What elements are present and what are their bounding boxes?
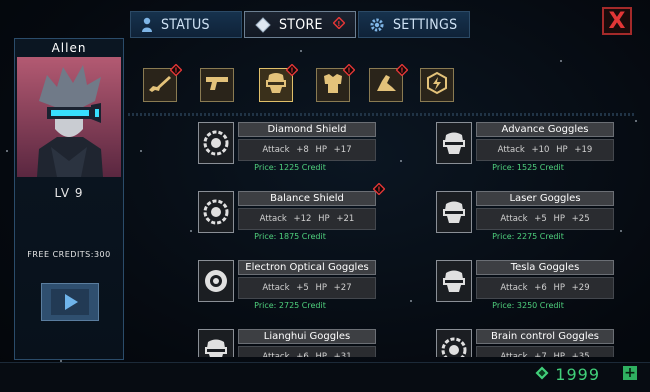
credit-gem-icon — [535, 365, 549, 384]
character-level: LV 9 — [54, 186, 84, 200]
diamond-icon — [255, 16, 271, 33]
item-price: Price: 1225 Credit — [254, 163, 326, 172]
category-rifle[interactable]: ! — [143, 63, 183, 102]
item-stats: Attack +6 HP +31 — [238, 346, 376, 357]
category-pistol[interactable] — [200, 68, 234, 102]
lens-icon — [198, 260, 234, 302]
item-stats: Attack +7 HP +35 — [476, 346, 614, 357]
play-icon — [51, 289, 89, 315]
store-item[interactable]: Electron Optical Goggles Attack +5 HP +2… — [198, 254, 382, 316]
item-stats: Attack +6 HP +29 — [476, 277, 614, 299]
item-price: Price: 2275 Credit — [492, 232, 564, 241]
shield-icon — [198, 122, 234, 164]
item-name: Laser Goggles — [476, 191, 614, 206]
item-stats: Attack +5 HP +25 — [476, 208, 614, 230]
credit-balance: 1999 — [535, 365, 600, 384]
energy-core-icon — [425, 71, 449, 99]
item-stats: Attack +5 HP +27 — [238, 277, 376, 299]
goggles-icon — [436, 260, 472, 302]
tab-status[interactable]: STATUS — [130, 11, 242, 38]
item-name: Electron Optical Goggles — [238, 260, 376, 275]
gear-icon — [369, 17, 385, 33]
item-price: Price: 1875 Credit — [254, 232, 326, 241]
goggles-icon — [198, 329, 234, 357]
item-name: Balance Shield — [238, 191, 376, 206]
alert-badge-icon: ! — [372, 180, 386, 199]
tab-status-label: STATUS — [161, 16, 210, 33]
goggles-icon — [436, 191, 472, 233]
item-name: Tesla Goggles — [476, 260, 614, 275]
shield-icon — [198, 191, 234, 233]
item-price: Price: 3250 Credit — [492, 301, 564, 310]
play-video-button[interactable] — [41, 283, 99, 321]
goggles-icon — [436, 122, 472, 164]
svg-text:!: ! — [337, 19, 341, 27]
free-credits-text: FREE CREDITS:300 — [27, 250, 111, 259]
store-item[interactable]: Diamond Shield Attack +8 HP +17 Price: 1… — [198, 118, 382, 178]
item-name: Advance Goggles — [476, 122, 614, 137]
item-stats: Attack +12 HP +21 — [238, 208, 376, 230]
store-item[interactable]: Lianghui Goggles Attack +6 HP +31 — [198, 323, 382, 357]
store-item[interactable]: Advance Goggles Attack +10 HP +19 Price:… — [436, 118, 620, 178]
character-name: Allen — [51, 41, 87, 55]
alert-badge-icon: ! — [169, 61, 183, 80]
item-name: Lianghui Goggles — [238, 329, 376, 344]
add-credits-button[interactable]: + — [623, 366, 637, 380]
item-stats: Attack +8 HP +17 — [238, 139, 376, 161]
tab-store-label: STORE — [279, 16, 323, 33]
close-button[interactable]: X — [602, 7, 632, 35]
store-item[interactable]: Tesla Goggles Attack +6 HP +29 Price: 32… — [436, 254, 620, 316]
plus-icon: + — [624, 365, 636, 381]
svg-text:!: ! — [347, 67, 350, 75]
category-boots[interactable]: ! — [369, 63, 409, 102]
item-price: Price: 2725 Credit — [254, 301, 326, 310]
store-item[interactable]: Laser Goggles Attack +5 HP +25 Price: 22… — [436, 185, 620, 247]
close-icon: X — [608, 8, 626, 34]
character-panel: Allen LV 9 FREE CREDITS:300 — [14, 38, 124, 360]
person-icon — [141, 17, 153, 33]
category-helmet[interactable]: ! — [259, 63, 299, 102]
svg-text:!: ! — [290, 67, 293, 75]
store-item[interactable]: Balance Shield Attack +12 HP +21 Price: … — [198, 182, 386, 247]
alert-badge-icon: ! — [395, 61, 409, 80]
shield-icon — [436, 329, 472, 357]
section-divider — [128, 113, 634, 116]
pistol-icon — [204, 73, 230, 97]
tab-store[interactable]: STORE ! — [244, 11, 356, 38]
item-price: Price: 1525 Credit — [492, 163, 564, 172]
item-stats: Attack +10 HP +19 — [476, 139, 614, 161]
svg-text:!: ! — [377, 186, 380, 194]
boot-icon — [374, 71, 398, 99]
svg-text:!: ! — [174, 67, 177, 75]
top-tab-bar: STATUS STORE ! SETTINGS — [130, 11, 472, 38]
category-energy-core[interactable] — [420, 68, 454, 102]
tab-settings[interactable]: SETTINGS — [358, 11, 470, 38]
tab-settings-label: SETTINGS — [393, 16, 458, 33]
armor-icon — [321, 71, 345, 99]
alert-badge-icon: ! — [342, 61, 356, 80]
alert-badge-icon: ! — [332, 15, 346, 33]
helmet-icon — [264, 71, 288, 99]
item-name: Brain control Goggles — [476, 329, 614, 344]
store-item[interactable]: Brain control Goggles Attack +7 HP +35 — [436, 323, 620, 357]
credit-balance-value: 1999 — [555, 365, 600, 384]
category-armor[interactable]: ! — [316, 63, 356, 102]
store-item-list[interactable]: Diamond Shield Attack +8 HP +17 Price: 1… — [128, 118, 634, 357]
item-name: Diamond Shield — [238, 122, 376, 137]
character-portrait — [17, 57, 121, 177]
alert-badge-icon: ! — [285, 61, 299, 80]
svg-text:!: ! — [400, 67, 403, 75]
